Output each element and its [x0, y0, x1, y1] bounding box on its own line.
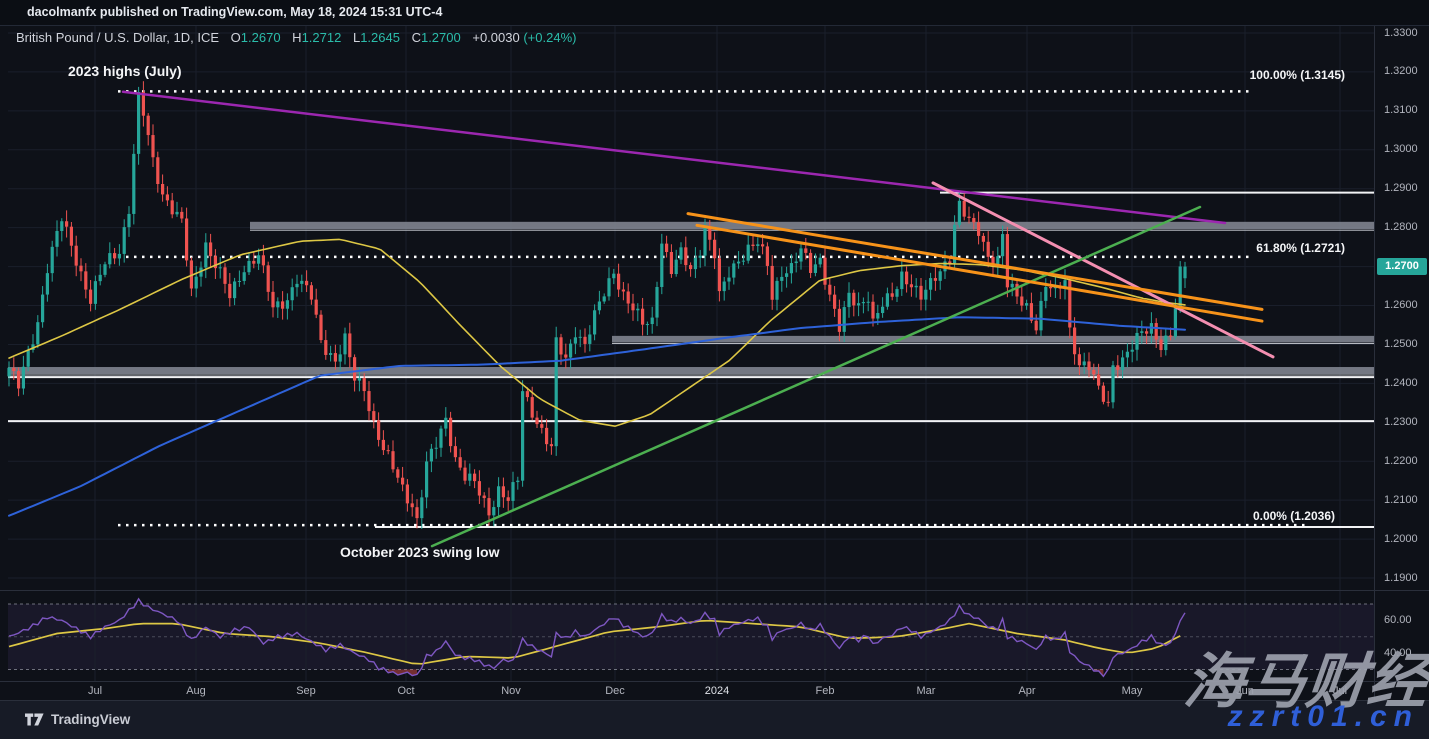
tradingview-chart-page: dacolmanfx published on TradingView.com,…: [0, 0, 1429, 739]
price-axis-tick: 1.2400: [1384, 377, 1418, 389]
price-axis-tick: 1.2100: [1384, 494, 1418, 506]
price-axis-tick: 1.2700: [1384, 260, 1418, 272]
tradingview-brand-text: TradingView: [51, 712, 130, 727]
chart-canvas[interactable]: [0, 0, 1429, 739]
supply-zone-1-2800: [250, 222, 1374, 229]
rsi-axis-tick: 60.00: [1384, 614, 1412, 626]
price-axis-tick: 1.2200: [1384, 455, 1418, 467]
price-axis-tick: 1.3200: [1384, 65, 1418, 77]
footer-bar: TradingView: [0, 701, 1429, 739]
price-axis-tick: 1.2000: [1384, 533, 1418, 545]
price-axis-tick: 1.2900: [1384, 182, 1418, 194]
price-axis-tick: 1.1900: [1384, 572, 1418, 584]
supply-zone-1-2430: [8, 367, 1374, 374]
price-axis-tick: 1.2800: [1384, 221, 1418, 233]
tradingview-logo-icon: [25, 712, 44, 727]
price-axis-tick: 1.3000: [1384, 143, 1418, 155]
tradingview-brand[interactable]: TradingView: [25, 712, 130, 727]
price-axis[interactable]: 1.3300 1.3200 1.3100 1.3000 1.2900 1.2800 1.27…: [1374, 25, 1429, 700]
price-axis-tick: 1.2600: [1384, 299, 1418, 311]
rsi-axis-tick: 40.00: [1384, 647, 1412, 659]
price-axis-tick: 1.2300: [1384, 416, 1418, 428]
price-axis-tick: 1.3100: [1384, 104, 1418, 116]
price-axis-tick: 1.3300: [1384, 27, 1418, 39]
price-axis-tick: 1.2500: [1384, 338, 1418, 350]
